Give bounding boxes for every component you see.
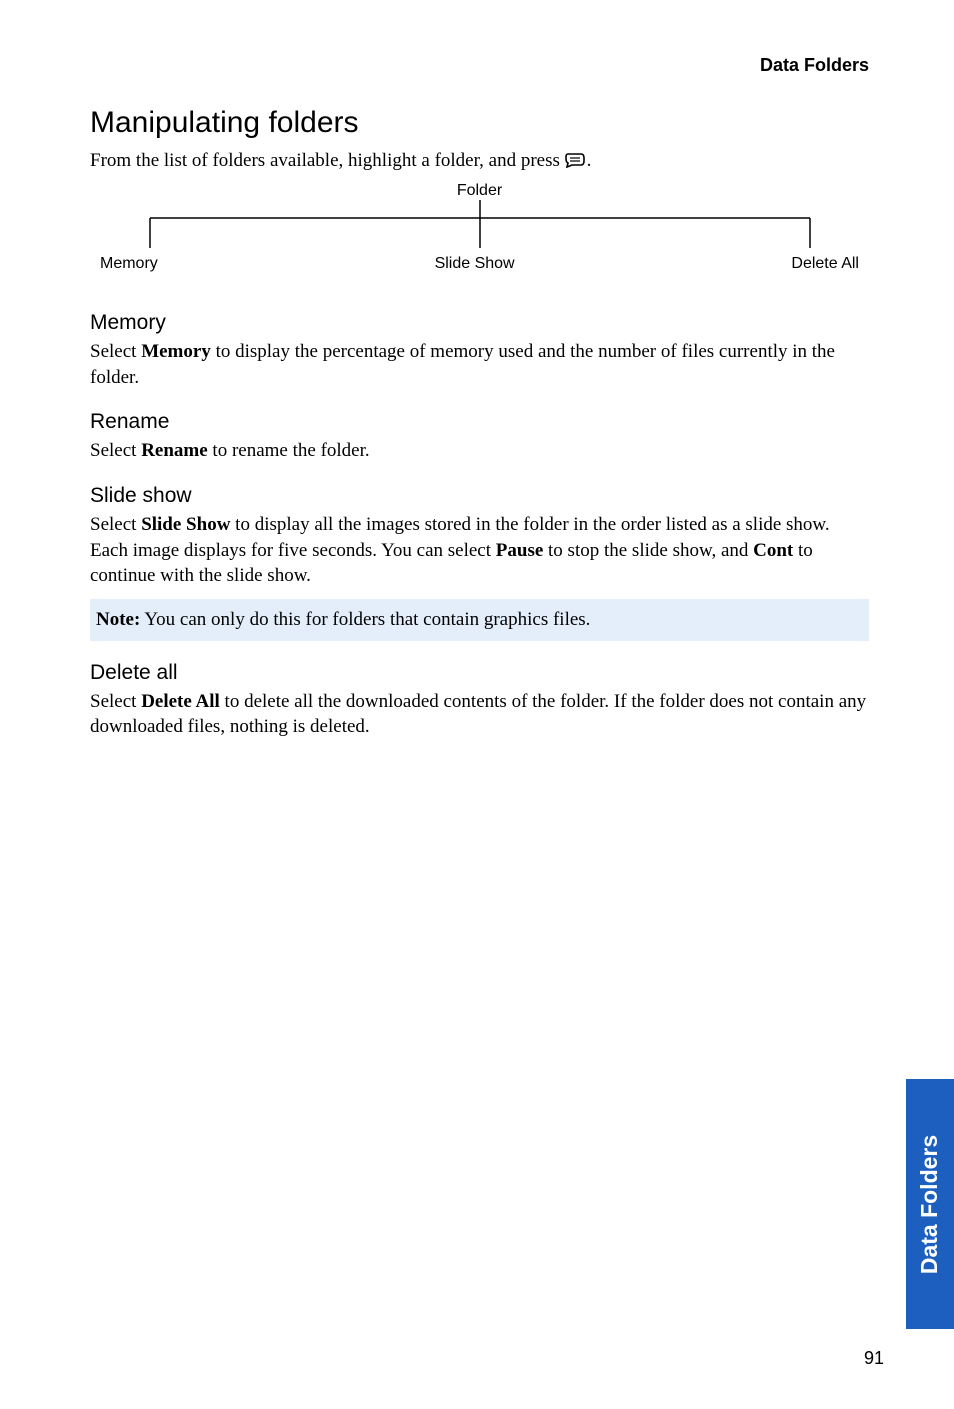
rename-pre: Select <box>90 440 141 461</box>
memory-bold: Memory <box>141 341 211 362</box>
heading-rename: Rename <box>90 410 869 434</box>
intro-post: . <box>587 150 592 171</box>
diagram-leaf-deleteall: Delete All <box>791 255 859 273</box>
heading-slideshow: Slide show <box>90 484 869 508</box>
note-label: Note: <box>96 609 140 630</box>
slideshow-bold3: Cont <box>753 540 793 561</box>
note-box: Note: You can only do this for folders t… <box>90 599 869 641</box>
intro-text: From the list of folders available, high… <box>90 150 869 174</box>
page-header: Data Folders <box>90 55 869 76</box>
text-slideshow: Select Slide Show to display all the ima… <box>90 512 869 589</box>
diagram-leaf-memory: Memory <box>100 255 158 273</box>
rename-post: to rename the folder. <box>208 440 370 461</box>
diagram-root-label: Folder <box>90 182 869 200</box>
menu-icon <box>565 152 587 174</box>
text-memory: Select Memory to display the percentage … <box>90 339 869 390</box>
text-rename: Select Rename to rename the folder. <box>90 438 869 464</box>
page-title: Manipulating folders <box>90 106 869 140</box>
rename-bold: Rename <box>141 440 207 461</box>
intro-pre: From the list of folders available, high… <box>90 150 565 171</box>
slideshow-bold2: Pause <box>496 540 544 561</box>
tree-lines <box>120 200 840 255</box>
memory-pre: Select <box>90 341 141 362</box>
deleteall-pre: Select <box>90 691 141 712</box>
folder-diagram: Folder Memory Slide Show Delete All <box>90 182 869 273</box>
deleteall-bold: Delete All <box>141 691 220 712</box>
slideshow-pre: Select <box>90 514 141 535</box>
page-number: 91 <box>864 1348 884 1369</box>
side-tab: Data Folders <box>906 1079 954 1329</box>
slideshow-mid2: to stop the slide show, and <box>543 540 753 561</box>
slideshow-bold1: Slide Show <box>141 514 230 535</box>
heading-deleteall: Delete all <box>90 661 869 685</box>
diagram-leaf-slideshow: Slide Show <box>435 255 515 273</box>
note-text: You can only do this for folders that co… <box>140 609 590 630</box>
heading-memory: Memory <box>90 311 869 335</box>
side-tab-label: Data Folders <box>917 1134 944 1273</box>
text-deleteall: Select Delete All to delete all the down… <box>90 689 869 740</box>
